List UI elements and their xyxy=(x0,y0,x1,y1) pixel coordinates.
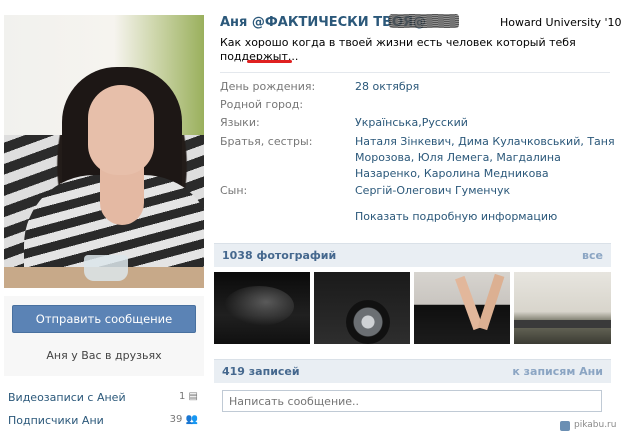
university-label: Howard University '10 xyxy=(500,16,622,29)
photos-all-link[interactable]: все xyxy=(582,249,603,262)
subscribers-count: 39 👥 xyxy=(169,414,198,425)
watermark: pikabu.ru xyxy=(559,420,617,431)
leg-shape xyxy=(477,273,505,331)
photo-neck xyxy=(100,167,144,225)
subscribers-link[interactable]: Подписчики Ани 39 👥 xyxy=(8,414,198,430)
photos-count-title[interactable]: 1038 фотографий xyxy=(222,249,336,262)
info-value-birthday[interactable]: 28 октября xyxy=(355,79,615,95)
info-label-languages: Языки: xyxy=(220,116,260,129)
posts-section-header[interactable]: 419 записей к записям Ани xyxy=(214,359,611,383)
posts-wall-link[interactable]: к записям Ани xyxy=(512,365,603,378)
info-value-languages[interactable]: Українська,Русский xyxy=(355,115,615,131)
thumb-highlight xyxy=(224,286,294,326)
photo-thumb-1[interactable] xyxy=(214,272,310,344)
posts-count-title[interactable]: 419 записей xyxy=(222,365,300,378)
photo-thumb-3[interactable] xyxy=(414,272,510,344)
video-icon: ▤ xyxy=(188,391,198,402)
photo-face xyxy=(88,85,154,175)
info-label-hometown: Родной город: xyxy=(220,98,304,111)
photo-glass xyxy=(84,255,128,281)
show-more-info-link[interactable]: Показать подробную информацию xyxy=(355,210,557,223)
info-label-siblings: Братья, сестры: xyxy=(220,135,313,148)
friend-status-text: Аня у Вас в друзьях xyxy=(46,349,162,362)
info-value-son[interactable]: Сергій-Олегович Гуменчук xyxy=(355,183,615,199)
videos-link-label[interactable]: Видеозаписи с Аней xyxy=(8,391,126,404)
post-message-input[interactable] xyxy=(222,390,602,412)
info-label-birthday: День рождения: xyxy=(220,80,316,93)
road-shape xyxy=(514,320,611,328)
photo-thumb-4[interactable] xyxy=(514,272,611,344)
red-underline-annotation xyxy=(247,60,292,63)
photos-section-header[interactable]: 1038 фотографий все xyxy=(214,243,611,267)
info-divider xyxy=(220,72,610,73)
videos-link[interactable]: Видеозаписи с Аней 1 ▤ xyxy=(8,391,198,407)
send-message-button[interactable]: Отправить сообщение xyxy=(12,305,196,333)
users-icon: 👥 xyxy=(185,414,198,425)
car-wheel-shape xyxy=(346,300,390,344)
videos-count: 1 ▤ xyxy=(178,391,198,402)
photo-thumb-2[interactable] xyxy=(314,272,410,344)
profile-photo[interactable] xyxy=(4,15,204,288)
subscribers-link-label[interactable]: Подписчики Ани xyxy=(8,414,104,427)
info-label-son: Сын: xyxy=(220,184,248,197)
info-value-siblings[interactable]: Наталя Зінкевич, Дима Кулачковський, Тан… xyxy=(355,134,615,182)
redaction-scribble xyxy=(389,14,459,28)
